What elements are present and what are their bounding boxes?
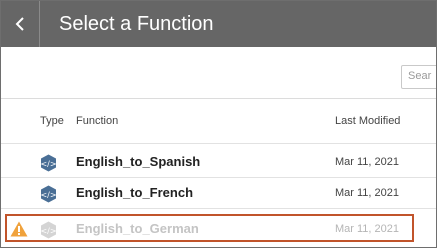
search-input[interactable]: Sear bbox=[401, 65, 436, 89]
code-function-icon: </> bbox=[40, 154, 57, 172]
dialog-header: Select a Function bbox=[1, 1, 436, 47]
search-placeholder: Sear bbox=[408, 70, 432, 82]
function-name: English_to_Spanish bbox=[76, 154, 201, 169]
table-row[interactable]: </> English_to_Spanish Mar 11, 2021 bbox=[1, 147, 436, 177]
svg-text:</>: </> bbox=[40, 160, 56, 169]
code-function-icon: </> bbox=[40, 185, 57, 203]
toolbar-divider bbox=[1, 98, 436, 99]
last-modified-date: Mar 11, 2021 bbox=[335, 156, 400, 168]
svg-text:</>: </> bbox=[40, 191, 56, 200]
error-highlight-outline bbox=[5, 214, 414, 242]
column-header-type[interactable]: Type bbox=[40, 115, 64, 127]
row-divider bbox=[1, 143, 436, 144]
chevron-left-icon bbox=[15, 17, 24, 31]
page-title: Select a Function bbox=[59, 13, 214, 35]
table-row[interactable]: </> English_to_French Mar 11, 2021 bbox=[1, 178, 436, 208]
column-header-last-modified[interactable]: Last Modified bbox=[335, 115, 400, 127]
back-button[interactable] bbox=[1, 1, 40, 47]
last-modified-date: Mar 11, 2021 bbox=[335, 187, 400, 199]
select-function-dialog: Select a Function Sear Type Function Las… bbox=[0, 0, 437, 248]
row-divider bbox=[1, 208, 436, 209]
column-header-function[interactable]: Function bbox=[76, 115, 118, 127]
function-name: English_to_French bbox=[76, 185, 194, 200]
